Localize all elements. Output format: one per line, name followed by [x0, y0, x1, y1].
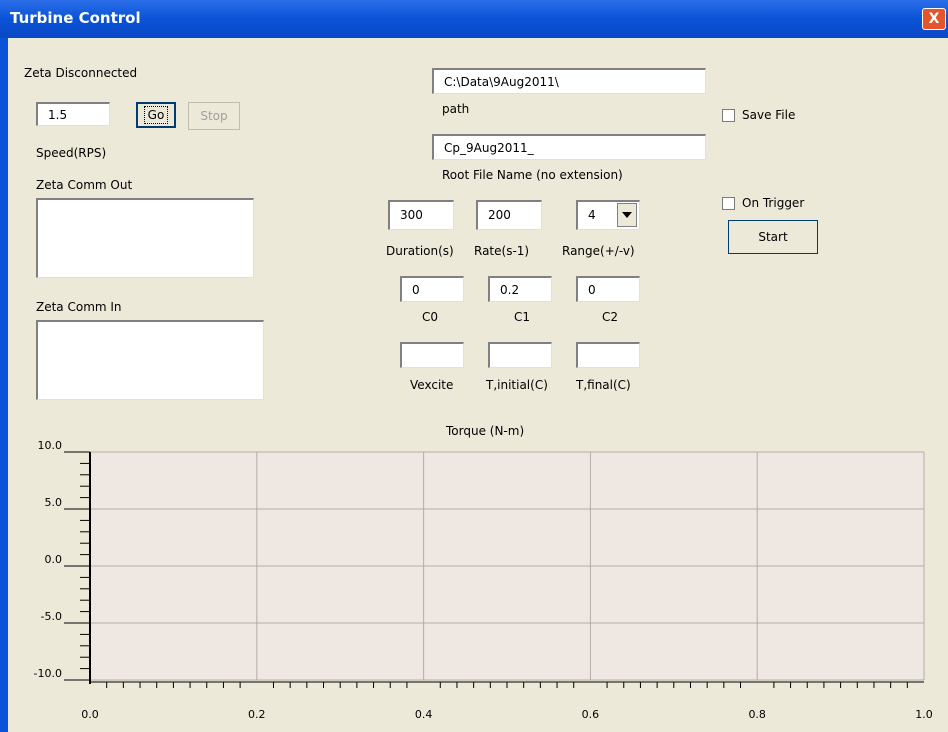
c0-input[interactable]: 0 — [400, 276, 464, 302]
save-file-checkbox[interactable] — [722, 109, 735, 122]
path-label: path — [442, 102, 470, 116]
on-trigger-checkbox[interactable] — [722, 197, 735, 210]
start-button[interactable]: Start — [728, 220, 818, 254]
y-tick-label: 10.0 — [38, 439, 63, 452]
comm-out-label: Zeta Comm Out — [36, 178, 133, 192]
window-title: Turbine Control — [10, 9, 141, 27]
x-tick-label: 0.8 — [748, 708, 766, 721]
x-tick-label: 0.6 — [582, 708, 600, 721]
x-tick-label: 0.2 — [248, 708, 266, 721]
go-button[interactable]: Go — [136, 102, 176, 128]
range-label: Range(+/-v) — [562, 244, 635, 258]
chart-title: Torque (N-m) — [446, 424, 525, 438]
root-file-input[interactable]: Cp_9Aug2011_ — [432, 134, 706, 160]
rate-label: Rate(s-1) — [474, 244, 530, 258]
y-tick-label: -5.0 — [41, 610, 62, 623]
speed-label: Speed(RPS) — [36, 146, 107, 160]
t-initial-input[interactable] — [488, 342, 552, 368]
on-trigger-label: On Trigger — [742, 196, 805, 210]
close-button[interactable]: X — [922, 8, 946, 30]
stop-button[interactable]: Stop — [188, 102, 240, 130]
rate-input[interactable]: 200 — [476, 200, 542, 230]
duration-label: Duration(s) — [386, 244, 454, 258]
range-select-value: 4 — [588, 208, 596, 222]
comm-out-textarea[interactable] — [36, 198, 254, 278]
c1-label: C1 — [514, 310, 531, 324]
c0-label: C0 — [422, 310, 439, 324]
duration-input[interactable]: 300 — [388, 200, 454, 230]
t-initial-label: T,initial(C) — [486, 378, 548, 392]
title-bar: Turbine Control X — [0, 0, 948, 38]
root-file-label: Root File Name (no extension) — [442, 168, 623, 182]
save-file-label: Save File — [742, 108, 796, 122]
vexcite-input[interactable] — [400, 342, 464, 368]
comm-in-label: Zeta Comm In — [36, 300, 122, 314]
x-tick-label: 0.0 — [81, 708, 99, 721]
comm-in-textarea[interactable] — [36, 320, 264, 400]
t-final-input[interactable] — [576, 342, 640, 368]
c2-label: C2 — [602, 310, 619, 324]
chevron-down-icon[interactable] — [617, 203, 637, 227]
window-frame-left — [0, 38, 8, 732]
vexcite-label: Vexcite — [410, 378, 454, 392]
path-input[interactable]: C:\Data\9Aug2011\ — [432, 68, 706, 94]
x-tick-label: 1.0 — [915, 708, 933, 721]
plot-area — [90, 452, 924, 680]
y-tick-label: 5.0 — [45, 496, 63, 509]
zeta-status-label: Zeta Disconnected — [24, 66, 138, 80]
go-button-label: Go — [143, 106, 169, 124]
c1-input[interactable]: 0.2 — [488, 276, 552, 302]
x-tick-label: 0.4 — [415, 708, 433, 721]
c2-input[interactable]: 0 — [576, 276, 640, 302]
y-tick-label: -10.0 — [34, 667, 62, 680]
speed-input[interactable]: 1.5 — [36, 102, 110, 126]
t-final-label: T,final(C) — [576, 378, 631, 392]
y-tick-label: 0.0 — [45, 553, 63, 566]
